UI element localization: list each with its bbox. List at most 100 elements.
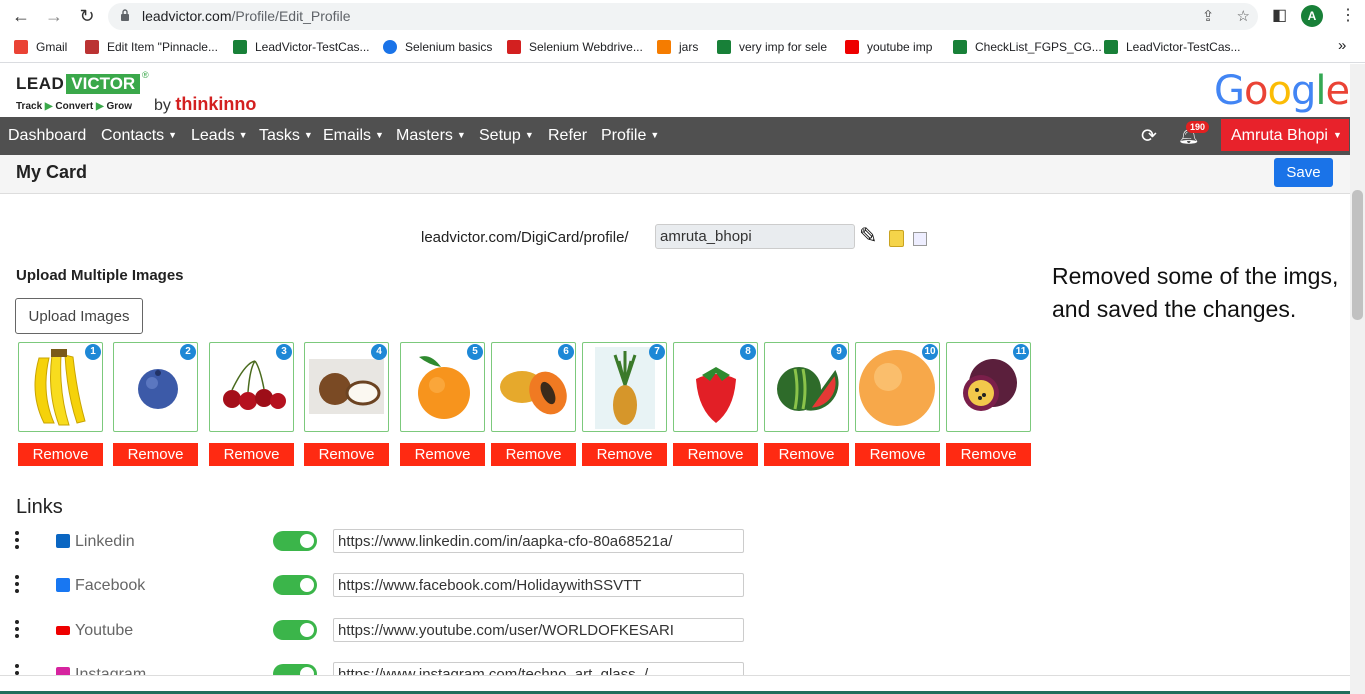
image-card: 6 [491, 342, 576, 432]
gmail-icon [14, 40, 28, 54]
upload-images-button[interactable]: Upload Images [15, 298, 143, 334]
thinkinno-brand: by thinkinno [154, 94, 257, 114]
bookmark-item[interactable]: Selenium basics [383, 40, 492, 54]
image-number-badge: 1 [85, 344, 101, 360]
bookmark-item[interactable]: LeadVictor-TestCas... [1104, 40, 1241, 54]
youtube-icon [845, 40, 859, 54]
nav-leads[interactable]: Leads ▼ [191, 127, 248, 145]
bookmark-item[interactable]: jars [657, 40, 698, 54]
image-number-badge: 5 [467, 344, 483, 360]
save-button[interactable]: Save [1274, 158, 1333, 187]
bookmark-item[interactable]: LeadVictor-TestCas... [233, 40, 370, 54]
address-bar[interactable]: leadvictor.com/Profile/Edit_Profile ⇪ ☆ [108, 3, 1258, 30]
image-card: 8 [673, 342, 758, 432]
bookmark-item[interactable]: Gmail [14, 40, 67, 54]
google-logo: Google [1214, 68, 1350, 114]
remove-image-button[interactable]: Remove [400, 443, 485, 466]
notification-badge: 190 [1186, 121, 1210, 133]
image-number-badge: 10 [922, 344, 938, 360]
forward-icon[interactable]: → [43, 5, 65, 27]
linkedin-icon [56, 534, 70, 548]
sheets-icon [1104, 40, 1118, 54]
link-toggle[interactable] [273, 620, 317, 640]
nav-tasks[interactable]: Tasks ▼ [259, 127, 313, 145]
side-panel-icon[interactable]: ◧ [1272, 5, 1287, 25]
image-number-badge: 11 [1013, 344, 1029, 360]
nav-profile[interactable]: Profile ▼ [601, 127, 659, 145]
link-toggle[interactable] [273, 531, 317, 551]
drag-handle-icon[interactable] [15, 531, 21, 552]
star-icon[interactable]: ☆ [1237, 8, 1250, 25]
page-title: My Card [16, 162, 88, 182]
profile-url-prefix: leadvictor.com/DigiCard/profile/ [421, 229, 629, 246]
links-section-title: Links [16, 496, 63, 518]
share-icon[interactable]: ⇪ [1202, 8, 1215, 25]
site-icon [507, 40, 521, 54]
annotation-note: Removed some of the imgs, and saved the … [1052, 263, 1339, 322]
edit-icon[interactable]: ✎ [859, 223, 877, 249]
facebook-icon [56, 578, 70, 592]
scrollbar[interactable] [1350, 64, 1365, 694]
nav-dashboard[interactable]: Dashboard [8, 127, 86, 145]
nav-refer[interactable]: Refer [548, 127, 587, 145]
user-menu-button[interactable]: Amruta Bhopi ▼ [1221, 119, 1349, 151]
drag-handle-icon[interactable] [15, 575, 21, 596]
menu-icon[interactable]: ⋮ [1340, 5, 1356, 25]
sheets-icon [233, 40, 247, 54]
selenium-icon [383, 40, 397, 54]
more-bookmarks-icon[interactable]: » [1338, 37, 1346, 54]
bookmarks-bar: Gmail Edit Item "Pinnacle... LeadVictor-… [0, 33, 1365, 63]
drag-handle-icon[interactable] [15, 620, 21, 641]
link-url-input[interactable] [333, 529, 744, 553]
remove-image-button[interactable]: Remove [491, 443, 576, 466]
nav-emails[interactable]: Emails ▼ [323, 127, 384, 145]
leadvictor-logo[interactable]: LEAD VICTOR ® [16, 70, 149, 94]
image-card: 11 [946, 342, 1031, 432]
main-nav: Dashboard Contacts ▼ Leads ▼ Tasks ▼ Emails… [0, 117, 1350, 155]
image-card: 1 [18, 342, 103, 432]
remove-image-button[interactable]: Remove [946, 443, 1031, 466]
link-url-input[interactable] [333, 573, 744, 597]
remove-image-button[interactable]: Remove [304, 443, 389, 466]
nav-masters[interactable]: Masters ▼ [396, 127, 466, 145]
logo-tagline: Track ▶ Convert ▶ Grow [16, 101, 133, 112]
remove-image-button[interactable]: Remove [113, 443, 198, 466]
image-card: 2 [113, 342, 198, 432]
card-header: My Card Save [0, 155, 1350, 194]
image-card: 10 [855, 342, 940, 432]
qr-image-icon[interactable] [913, 232, 927, 246]
avatar[interactable]: A [1301, 5, 1323, 27]
bookmark-item[interactable]: youtube imp [845, 40, 932, 54]
remove-image-button[interactable]: Remove [673, 443, 758, 466]
back-icon[interactable]: ← [10, 5, 32, 27]
link-row: Facebook [0, 573, 760, 603]
scrollbar-thumb[interactable] [1352, 190, 1363, 320]
image-number-badge: 4 [371, 344, 387, 360]
remove-image-button[interactable]: Remove [764, 443, 849, 466]
bookmark-item[interactable]: Edit Item "Pinnacle... [85, 40, 218, 54]
link-label: Linkedin [75, 533, 135, 550]
image-card: 5 [400, 342, 485, 432]
profile-slug-input[interactable] [655, 224, 855, 249]
copy-icon[interactable] [889, 230, 904, 247]
bookmark-item[interactable]: very imp for sele [717, 40, 827, 54]
nav-contacts[interactable]: Contacts ▼ [101, 127, 177, 145]
remove-image-button[interactable]: Remove [18, 443, 103, 466]
remove-image-button[interactable]: Remove [582, 443, 667, 466]
link-label: Youtube [75, 622, 134, 639]
nav-setup[interactable]: Setup ▼ [479, 127, 534, 145]
sheets-icon [953, 40, 967, 54]
remove-image-button[interactable]: Remove [855, 443, 940, 466]
link-toggle[interactable] [273, 575, 317, 595]
refresh-icon[interactable]: ⟳ [1141, 125, 1157, 148]
link-url-input[interactable] [333, 618, 744, 642]
link-row: Youtube [0, 618, 760, 648]
app-header: LEAD VICTOR ® Track ▶ Convert ▶ Grow by th… [0, 64, 1350, 117]
reload-icon[interactable]: ↻ [76, 5, 98, 27]
image-card: 9 [764, 342, 849, 432]
youtube-icon [56, 626, 70, 635]
remove-image-button[interactable]: Remove [209, 443, 294, 466]
image-card: 7 [582, 342, 667, 432]
bookmark-item[interactable]: CheckList_FGPS_CG... [953, 40, 1102, 54]
bookmark-item[interactable]: Selenium Webdrive... [507, 40, 643, 54]
